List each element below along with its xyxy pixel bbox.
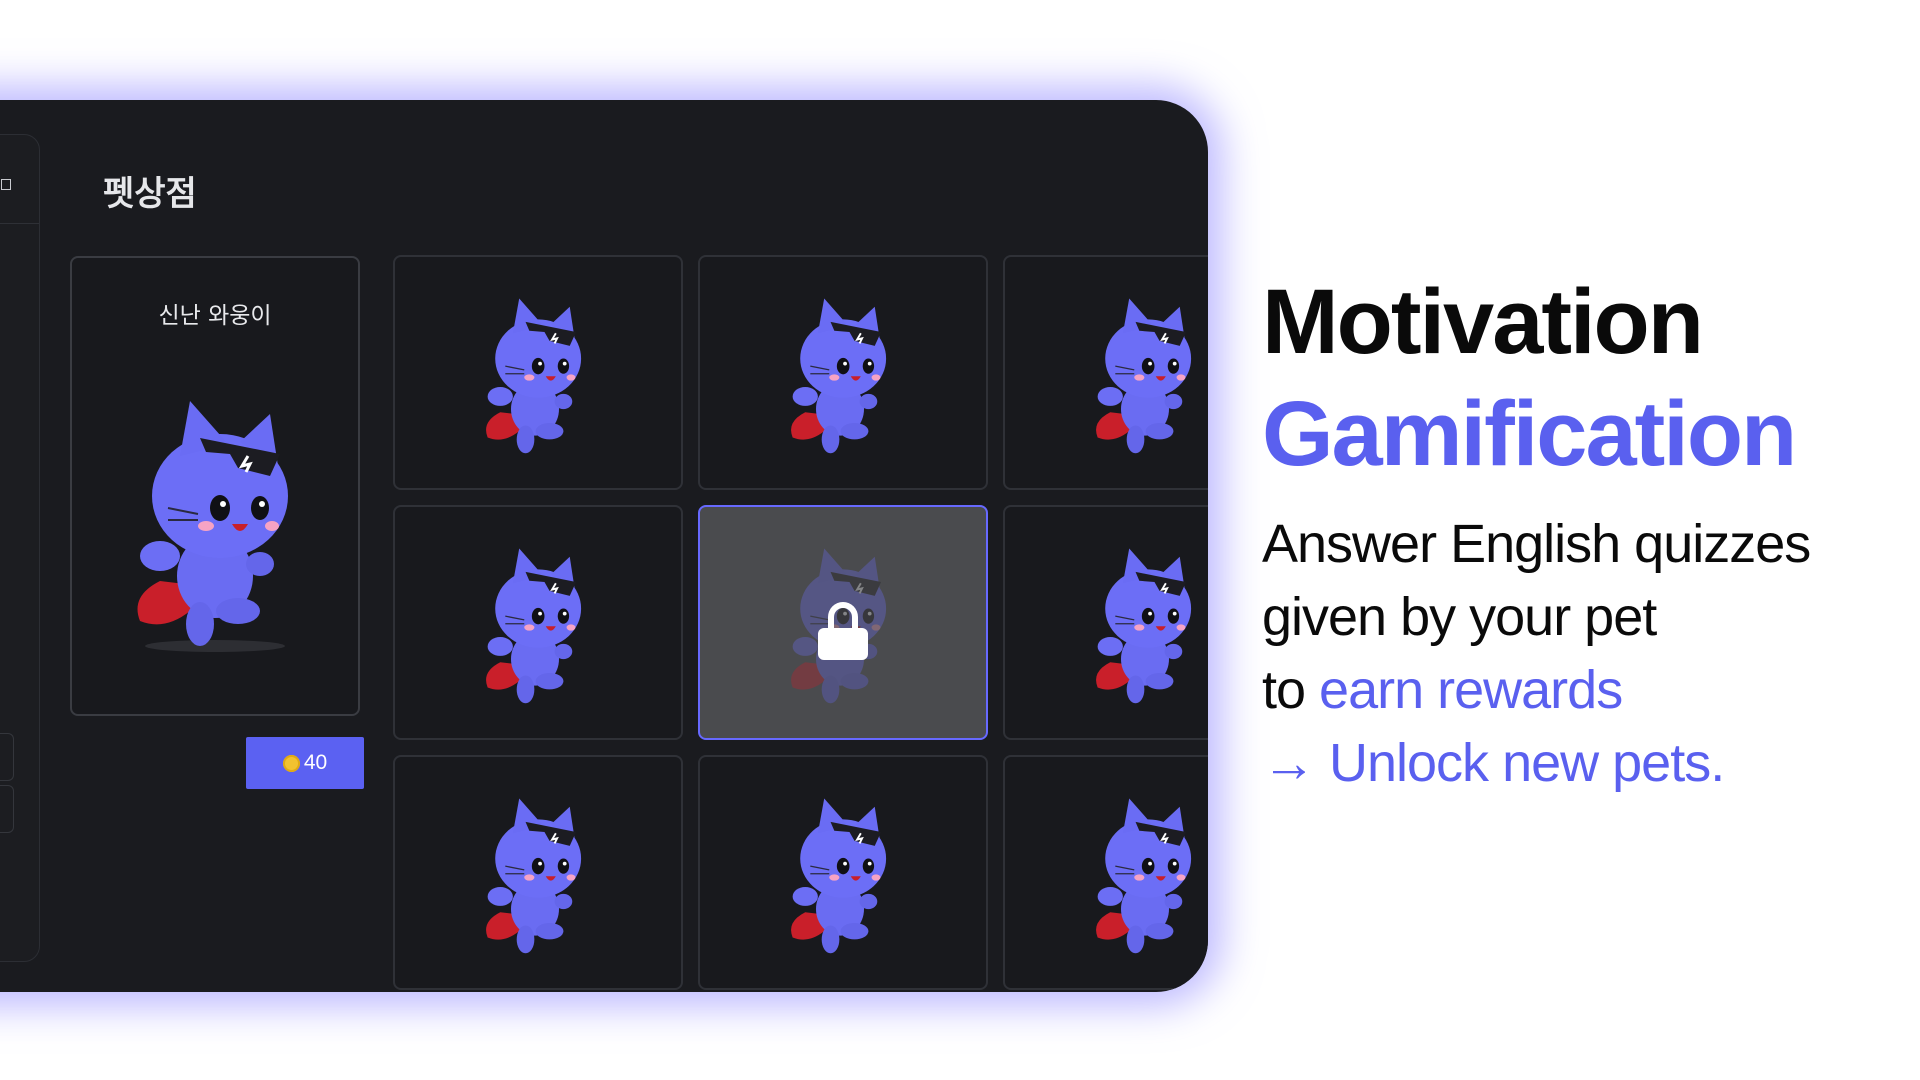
pet-grid-cell-locked[interactable] xyxy=(698,505,988,740)
pet-image xyxy=(1085,295,1205,460)
pet-grid-cell[interactable] xyxy=(698,755,988,990)
marketing-body: Answer English quizzes given by your pet… xyxy=(1262,508,1902,800)
body-line-accent: earn rewards xyxy=(1319,660,1623,720)
pet-image xyxy=(475,545,595,710)
body-line: Answer English quizzes xyxy=(1262,514,1811,574)
headline-subtitle: Gamification xyxy=(1262,383,1797,485)
sidebar-menu-icon[interactable] xyxy=(1,179,11,190)
pet-grid-cell[interactable] xyxy=(1003,755,1208,990)
sidebar xyxy=(0,134,40,962)
lock-icon xyxy=(818,602,868,660)
app-window: 펫상점 신난 와웅이 40 xyxy=(0,100,1208,992)
page-title: 펫상점 xyxy=(103,174,197,214)
buy-button[interactable]: 40 xyxy=(246,737,364,789)
pet-image xyxy=(475,795,595,960)
pet-image xyxy=(1085,795,1205,960)
pet-image xyxy=(1085,545,1205,710)
price-label: 40 xyxy=(303,751,328,774)
pet-image xyxy=(475,295,595,460)
sidebar-button[interactable] xyxy=(0,733,14,781)
body-line-prefix: to xyxy=(1262,660,1320,720)
pet-grid-cell[interactable] xyxy=(393,505,683,740)
headline-title: Motivation xyxy=(1262,271,1704,373)
pet-grid-cell[interactable] xyxy=(393,755,683,990)
featured-pet-name: 신난 와웅이 xyxy=(158,303,272,329)
body-line-cta: → Unlock new pets. xyxy=(1262,733,1725,793)
pet-grid-cell[interactable] xyxy=(393,255,683,490)
pet-image xyxy=(780,795,900,960)
sidebar-divider xyxy=(0,223,39,224)
body-line: given by your pet xyxy=(1262,587,1657,647)
sidebar-button[interactable] xyxy=(0,785,14,833)
featured-pet-image xyxy=(120,396,310,656)
body-line: to earn rewards xyxy=(1262,654,1902,727)
featured-pet-card: 신난 와웅이 xyxy=(70,256,360,716)
pet-grid-cell[interactable] xyxy=(1003,505,1208,740)
pet-grid-cell[interactable] xyxy=(698,255,988,490)
coin-icon xyxy=(282,754,300,772)
pet-image xyxy=(780,295,900,460)
pet-grid-cell[interactable] xyxy=(1003,255,1208,490)
